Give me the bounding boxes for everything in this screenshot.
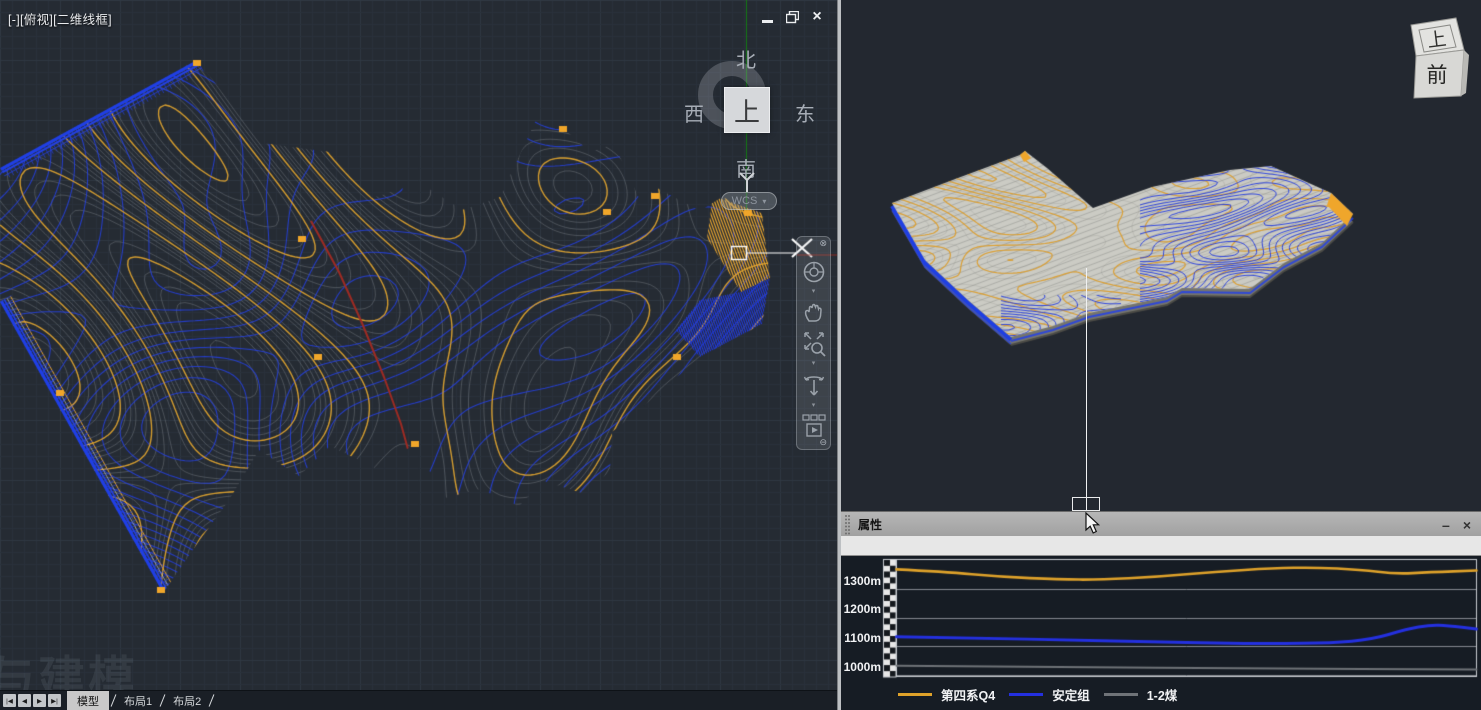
grip-handle-icon[interactable]	[844, 514, 851, 535]
legend-dash-coal	[1104, 693, 1138, 696]
properties-panel: 属性 – × 1300m 1200m 1100m 1000m 第四系Q4 安定组…	[841, 511, 1481, 710]
viewcube-east[interactable]: 东	[795, 98, 815, 127]
chevron-down-icon[interactable]: ▾	[812, 288, 816, 296]
y-tick-1200: 1200m	[841, 602, 881, 616]
wcs-dropdown[interactable]: WCS ▾	[721, 192, 777, 210]
application-window: [-][俯视][二维线框] × 与建模 北 南 西 东 上 WCS	[0, 0, 1481, 710]
tab-separator	[209, 694, 215, 706]
legend-label-q4: 第四系Q4	[941, 685, 995, 704]
viewcube-3d-front-label[interactable]: 前	[1427, 64, 1448, 87]
viewport-2d-plan[interactable]: [-][俯视][二维线框] × 与建模 北 南 西 东 上 WCS	[0, 0, 837, 690]
navigation-bar: ⊗ ▾ ▾ ▾	[796, 236, 831, 450]
legend-dash-anding	[1009, 693, 1043, 696]
steering-wheel-icon[interactable]	[801, 259, 827, 285]
legend-label-coal: 1-2煤	[1147, 685, 1178, 704]
viewcube-3d-top-label[interactable]: 上	[1426, 28, 1448, 52]
viewcube-3d[interactable]: 上 前	[1398, 8, 1478, 108]
orbit-icon[interactable]	[801, 371, 827, 399]
close-icon[interactable]: ×	[810, 10, 824, 24]
wcs-label: WCS	[732, 195, 758, 207]
panel-minimize-icon[interactable]: –	[1442, 520, 1450, 530]
chevron-down-icon: ▾	[762, 197, 766, 206]
viewport-window-controls: ×	[760, 10, 824, 24]
section-line	[1086, 268, 1087, 511]
chart-legend: 第四系Q4 安定组 1-2煤	[898, 685, 1191, 704]
viewcube-2d: 北 南 西 东 上	[682, 42, 814, 182]
chevron-down-icon[interactable]: ▾	[812, 402, 816, 410]
legend-label-anding: 安定组	[1052, 685, 1090, 704]
y-tick-1100: 1100m	[841, 631, 881, 645]
selection-window	[1072, 497, 1100, 511]
mouse-cursor	[1085, 512, 1100, 534]
minimize-icon[interactable]	[760, 10, 774, 24]
viewport-3d[interactable]: 上 前	[841, 0, 1481, 511]
ucs-axis-icon	[722, 172, 772, 194]
panel-title: 属性	[858, 516, 882, 533]
properties-titlebar[interactable]: 属性 – ×	[841, 511, 1481, 536]
panel-close-icon[interactable]: ×	[1463, 520, 1471, 530]
tab-nav-first[interactable]: |◀	[3, 694, 16, 707]
tab-nav-last[interactable]: ▶|	[48, 694, 61, 707]
tab-layout1[interactable]: 布局1	[116, 691, 160, 710]
y-tick-1000: 1000m	[841, 660, 881, 674]
watermark-text: 与建模	[0, 640, 138, 690]
panel-toolbar-strip	[841, 536, 1481, 556]
y-tick-1300: 1300m	[841, 574, 881, 588]
tab-model[interactable]: 模型	[67, 691, 109, 710]
navbar-close-icon[interactable]: ⊗	[819, 238, 827, 249]
terrain-3d-canvas[interactable]	[841, 0, 1481, 511]
tab-nav-next[interactable]: ▶	[33, 694, 46, 707]
tab-nav-prev[interactable]: ◀	[18, 694, 31, 707]
viewport-label[interactable]: [-][俯视][二维线框]	[8, 9, 112, 28]
viewcube-west[interactable]: 西	[684, 98, 704, 127]
legend-dash-q4	[898, 693, 932, 696]
zoom-extents-icon[interactable]	[801, 329, 827, 357]
pan-hand-icon[interactable]	[802, 299, 826, 325]
restore-icon[interactable]	[785, 10, 799, 24]
navbar-collapse-icon[interactable]: ⊖	[819, 437, 827, 448]
tab-layout2[interactable]: 布局2	[165, 691, 209, 710]
layout-tab-bar: |◀ ◀ ▶ ▶| 模型 布局1 布局2	[0, 690, 837, 710]
chevron-down-icon[interactable]: ▾	[812, 360, 816, 368]
viewcube-north[interactable]: 北	[736, 44, 756, 73]
viewcube-top-face[interactable]: 上	[724, 87, 770, 133]
